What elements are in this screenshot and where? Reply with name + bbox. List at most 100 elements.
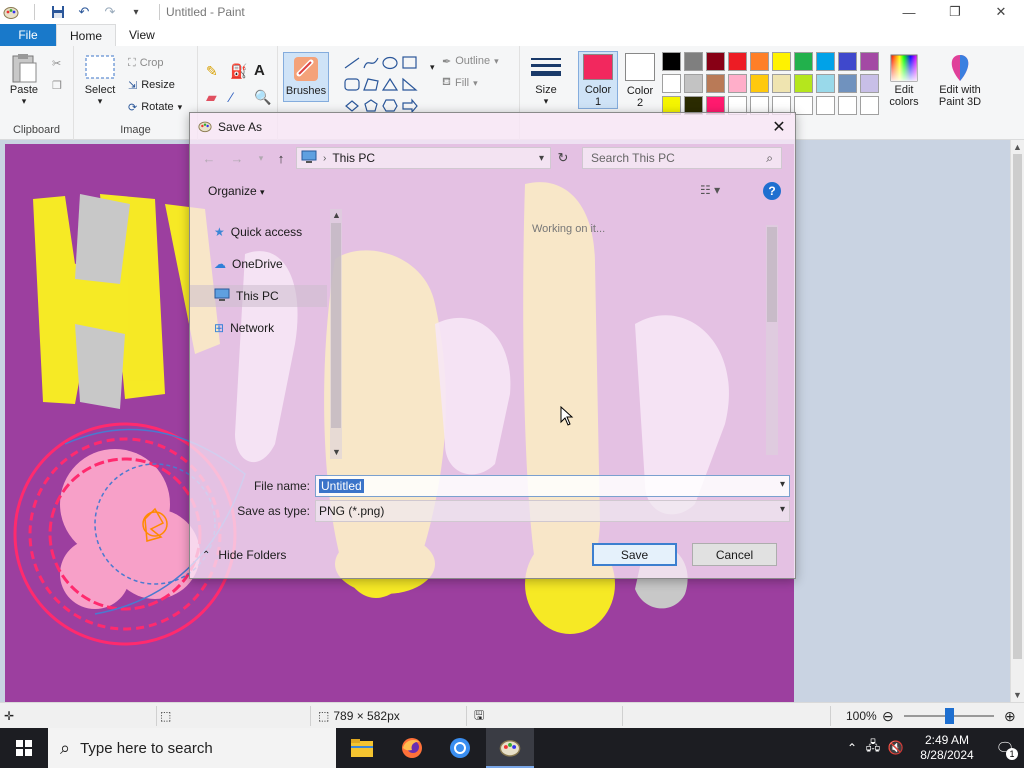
size-button[interactable]: Size ▾ xyxy=(526,52,566,107)
eraser-icon[interactable]: ▰ xyxy=(206,88,217,106)
save-as-type-select[interactable]: PNG (*.png) ▾ xyxy=(315,500,790,522)
scroll-up-icon[interactable]: ▲ xyxy=(1013,142,1022,152)
palette-swatch[interactable] xyxy=(706,52,725,71)
palette-swatch[interactable] xyxy=(838,52,857,71)
view-options-icon[interactable]: ☷ ▾ xyxy=(700,183,720,197)
zoom-out-button[interactable]: ⊖ xyxy=(882,703,894,729)
palette-swatch[interactable] xyxy=(750,52,769,71)
cancel-button[interactable]: Cancel xyxy=(692,543,777,566)
nav-item-this-pc[interactable]: This PC xyxy=(190,285,327,307)
zoom-in-button[interactable]: ⊕ xyxy=(1004,703,1016,729)
file-name-input[interactable]: Untitled ▾ xyxy=(315,475,790,497)
scroll-thumb[interactable] xyxy=(767,227,777,322)
minimize-button[interactable]: — xyxy=(886,0,932,24)
vertical-scrollbar[interactable]: ▲ ▼ xyxy=(1010,140,1024,702)
forward-arrow-icon[interactable]: → xyxy=(228,149,246,167)
nav-pane-scrollbar[interactable]: ▲ ▼ xyxy=(330,209,342,459)
taskbar-search-input[interactable]: ⌕ Type here to search xyxy=(48,728,336,768)
up-arrow-icon[interactable]: ↑ xyxy=(272,149,290,167)
file-list-scrollbar[interactable] xyxy=(766,225,778,455)
palette-swatch[interactable] xyxy=(750,74,769,93)
palette-swatch[interactable] xyxy=(684,52,703,71)
zoom-slider[interactable] xyxy=(904,708,994,724)
zoom-slider-thumb[interactable] xyxy=(944,708,954,724)
copy-icon[interactable]: ❐ xyxy=(52,76,62,94)
scroll-down-icon[interactable]: ▼ xyxy=(1013,690,1022,700)
palette-swatch[interactable] xyxy=(706,74,725,93)
back-arrow-icon[interactable]: ← xyxy=(200,149,218,167)
undo-icon[interactable]: ↶ xyxy=(75,3,93,21)
color-picker-icon[interactable]: ⁄ xyxy=(230,88,232,106)
paint-app-icon[interactable] xyxy=(2,3,20,21)
palette-swatch[interactable] xyxy=(794,74,813,93)
organize-button[interactable]: Organize ▾ xyxy=(208,184,265,198)
palette-swatch[interactable] xyxy=(662,52,681,71)
file-explorer-taskbar-button[interactable] xyxy=(338,728,386,768)
hide-folders-button[interactable]: ⌃ Hide Folders xyxy=(202,548,286,562)
palette-swatch[interactable] xyxy=(794,96,813,115)
help-icon[interactable]: ? xyxy=(763,182,781,200)
fill-button[interactable]: ⛾ Fill ▾ xyxy=(442,74,478,92)
address-bar[interactable]: › This PC ▾ xyxy=(296,147,551,169)
recent-locations-chevron-icon[interactable]: ▾ xyxy=(252,149,270,167)
scroll-up-icon[interactable]: ▲ xyxy=(332,210,341,220)
color2-button[interactable]: Color 2 xyxy=(620,51,660,109)
edit-colors-button[interactable]: Edit colors xyxy=(884,52,924,108)
palette-swatch[interactable] xyxy=(684,74,703,93)
paint-taskbar-button[interactable] xyxy=(486,728,534,768)
resize-button[interactable]: ⇲ Resize xyxy=(128,76,175,94)
palette-swatch[interactable] xyxy=(816,74,835,93)
scroll-down-icon[interactable]: ▼ xyxy=(332,447,341,457)
text-tool-icon[interactable]: A xyxy=(254,61,265,79)
nav-item-network[interactable]: ⊞ Network xyxy=(190,317,327,339)
palette-swatch[interactable] xyxy=(860,52,879,71)
nav-item-onedrive[interactable]: ☁ OneDrive xyxy=(190,253,327,275)
dialog-close-button[interactable]: ✕ xyxy=(769,117,789,137)
clock[interactable]: 2:49 AM 8/28/2024 xyxy=(908,733,986,763)
cut-icon[interactable]: ✂ xyxy=(52,54,61,72)
start-button[interactable] xyxy=(0,728,48,768)
network-status-icon[interactable]: 🖧 xyxy=(862,737,884,759)
customize-qat-chevron-icon[interactable]: ▾ xyxy=(127,3,145,21)
refresh-icon[interactable]: ↻ xyxy=(554,149,572,167)
volume-muted-icon[interactable]: 🔇 xyxy=(884,740,908,756)
palette-swatch[interactable] xyxy=(816,52,835,71)
file-name-dropdown-icon[interactable]: ▾ xyxy=(780,479,785,490)
action-center-button[interactable]: 🗨 1 xyxy=(986,728,1024,768)
palette-swatch[interactable] xyxy=(838,96,857,115)
firefox-taskbar-button[interactable] xyxy=(388,728,436,768)
palette-swatch[interactable] xyxy=(838,74,857,93)
palette-swatch[interactable] xyxy=(728,74,747,93)
nav-item-quick-access[interactable]: ★ Quick access xyxy=(190,221,327,243)
address-dropdown-icon[interactable]: ▾ xyxy=(539,153,544,164)
palette-swatch[interactable] xyxy=(860,96,879,115)
pencil-icon[interactable]: ✎ xyxy=(206,62,218,80)
palette-swatch[interactable] xyxy=(662,74,681,93)
search-input[interactable]: Search This PC ⌕ xyxy=(582,147,782,169)
palette-swatch[interactable] xyxy=(794,52,813,71)
restore-button[interactable]: ❐ xyxy=(932,0,978,24)
brushes-button[interactable]: Brushes xyxy=(283,52,329,102)
color1-button[interactable]: Color 1 xyxy=(578,51,618,109)
palette-swatch[interactable] xyxy=(772,52,791,71)
select-button[interactable]: Select ▾ xyxy=(84,52,116,107)
fill-bucket-icon[interactable]: ⛽ xyxy=(230,62,247,80)
paste-button[interactable]: Paste ▾ xyxy=(8,52,40,107)
magnifier-icon[interactable]: 🔍 xyxy=(254,88,271,106)
redo-icon[interactable]: ↷ xyxy=(101,3,119,21)
scroll-thumb[interactable] xyxy=(331,223,341,428)
show-hidden-icons-chevron-icon[interactable]: ⌃ xyxy=(842,741,862,755)
palette-swatch[interactable] xyxy=(816,96,835,115)
scroll-thumb[interactable] xyxy=(1013,154,1022,659)
chrome-taskbar-button[interactable] xyxy=(436,728,484,768)
edit-with-paint3d-button[interactable]: Edit with Paint 3D xyxy=(934,52,986,108)
close-window-button[interactable]: ✕ xyxy=(978,0,1024,24)
shapes-scroll-down-icon[interactable]: ▾ xyxy=(430,58,435,76)
rotate-button[interactable]: ⟳ Rotate ▾ xyxy=(128,98,182,116)
save-icon[interactable] xyxy=(49,3,67,21)
palette-swatch[interactable] xyxy=(728,52,747,71)
palette-swatch[interactable] xyxy=(772,74,791,93)
palette-swatch[interactable] xyxy=(860,74,879,93)
tab-file[interactable]: File xyxy=(0,24,56,46)
crop-button[interactable]: ⛶ Crop xyxy=(128,54,164,72)
